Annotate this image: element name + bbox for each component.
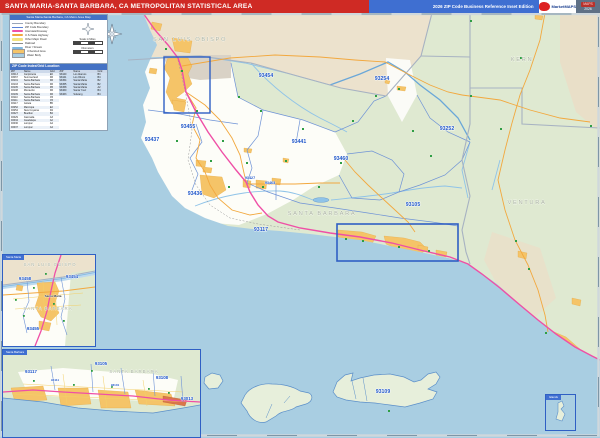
legend-item-label: U.S./State Highway xyxy=(25,34,70,37)
legend-item-label: Water Body xyxy=(27,54,70,57)
inset-santa-maria: Santa Maria SAN LUIS OBISPO9345893454SAN… xyxy=(2,254,96,347)
legend-swatch xyxy=(12,38,23,40)
zip3-label: 93101 xyxy=(111,383,120,387)
zip-index-panel: ZIP Code Index/Grid Location ZIPNameGrid… xyxy=(9,63,108,131)
edition-label: 2026 ZIP Code Business Reference Inset E… xyxy=(369,0,539,13)
legend: Santa Maria-Santa Barbara, CA Metro Area… xyxy=(9,14,108,65)
county2-label: SANTA BARBARA xyxy=(109,369,158,374)
legend-compass-icon xyxy=(81,22,95,36)
scale-miles-bar xyxy=(73,41,103,45)
inset3-map xyxy=(546,395,575,430)
zip2-label: 93108 xyxy=(156,375,169,380)
inset3-title: Islands xyxy=(546,395,561,400)
inset-islands: Islands xyxy=(545,394,576,431)
zip2-label: 93117 xyxy=(25,369,38,374)
publisher-logo: MarketMAPS xyxy=(539,0,576,13)
index-row: 93463SolvangB4 xyxy=(59,93,108,96)
inset1-title: Santa Maria xyxy=(3,255,24,260)
zip-label: 93109 xyxy=(376,389,391,395)
map-page: { "header": { "title": "SANTA MARIA-SANT… xyxy=(0,0,600,437)
inset2-map: 93105 93117 SANTA BARBARA93108 93013 93111 93… xyxy=(3,350,200,437)
edition-stamp: MAPS 2026 xyxy=(576,0,600,13)
scale-km-bar xyxy=(73,50,103,54)
zip-label: 93441 xyxy=(292,139,307,145)
zip-index-table-left: ZIPNameGrid93013CarpinteriaE693067Summer… xyxy=(10,70,59,129)
zip-label: 93105 xyxy=(406,202,421,208)
zip-index-table-right: ZIPNameGrid93440Los AlamosB393441Los Oli… xyxy=(59,70,108,96)
inset1-map: SAN LUIS OBISPO 93458 93454 SANTA BARBARA 93… xyxy=(3,255,95,346)
logo-icon xyxy=(539,2,550,11)
legend-item-label: ZIP Code Boundary xyxy=(25,26,70,29)
legend-item: Water Body xyxy=(12,54,70,58)
county-label: VENTURA xyxy=(508,200,547,206)
county2-label: SANTA BARBARA xyxy=(23,306,72,311)
zip-label: 93460 xyxy=(334,156,349,162)
zip-label: 93455 xyxy=(181,124,196,130)
zip3-label: 93111 xyxy=(51,378,59,382)
legend-item-label: Interstate/Freeway xyxy=(25,30,70,33)
legend-item-label: Railroad xyxy=(25,42,70,45)
zip-label: 93437 xyxy=(145,137,160,143)
zip-label: 93463 xyxy=(265,181,275,185)
legend-swatch xyxy=(12,53,25,58)
zip-label: 93252 xyxy=(440,126,455,132)
legend-scale: Scale in Miles Kilometers xyxy=(70,21,105,63)
zip-label: 93427 xyxy=(245,176,255,180)
inset2-title: Santa Barbara xyxy=(3,350,27,355)
city-label: Santa Maria xyxy=(45,294,62,298)
zip-label: 93254 xyxy=(375,76,390,82)
legend-item-label: Urbanized Area xyxy=(27,50,70,53)
zip2-label: 93458 xyxy=(19,276,32,281)
header-bar: SANTA MARIA-SANTA BARBARA, CA METROPOLIT… xyxy=(0,0,600,13)
legend-swatch xyxy=(12,43,23,44)
inset-santa-barbara: Santa Barbara 9310593117SANTA BARBARA931… xyxy=(2,349,201,438)
legend-item-label: Other Major Road xyxy=(25,38,70,41)
lake-cachuma xyxy=(313,198,329,203)
county-label: KERN xyxy=(511,57,534,63)
zip-label: 93117 xyxy=(254,227,268,233)
legend-swatch xyxy=(12,27,23,28)
county2-label: SAN LUIS OBISPO xyxy=(23,262,76,267)
county-label: SANTA BARBARA xyxy=(288,211,357,217)
legend-swatch xyxy=(12,34,23,36)
zip2-label: 93105 xyxy=(95,361,108,366)
zip-label: 93454 xyxy=(259,73,274,79)
legend-item-label: County Boundary xyxy=(25,22,70,25)
map-title: SANTA MARIA-SANTA BARBARA, CA METROPOLIT… xyxy=(0,0,369,13)
zip-label: 93436 xyxy=(188,191,203,197)
legend-item-label: River / Stream xyxy=(25,46,70,49)
legend-swatch xyxy=(12,30,23,32)
zip2-label: 93454 xyxy=(66,274,79,279)
legend-swatch xyxy=(12,23,23,24)
zip2-label: 93013 xyxy=(181,396,194,401)
county-label: SAN LUIS OBISPO xyxy=(153,37,227,43)
legend-items: County BoundaryZIP Code BoundaryIntersta… xyxy=(12,21,70,63)
index-row: 93437LompocA4 xyxy=(10,126,59,129)
zip2-label: 93455 xyxy=(27,326,40,331)
